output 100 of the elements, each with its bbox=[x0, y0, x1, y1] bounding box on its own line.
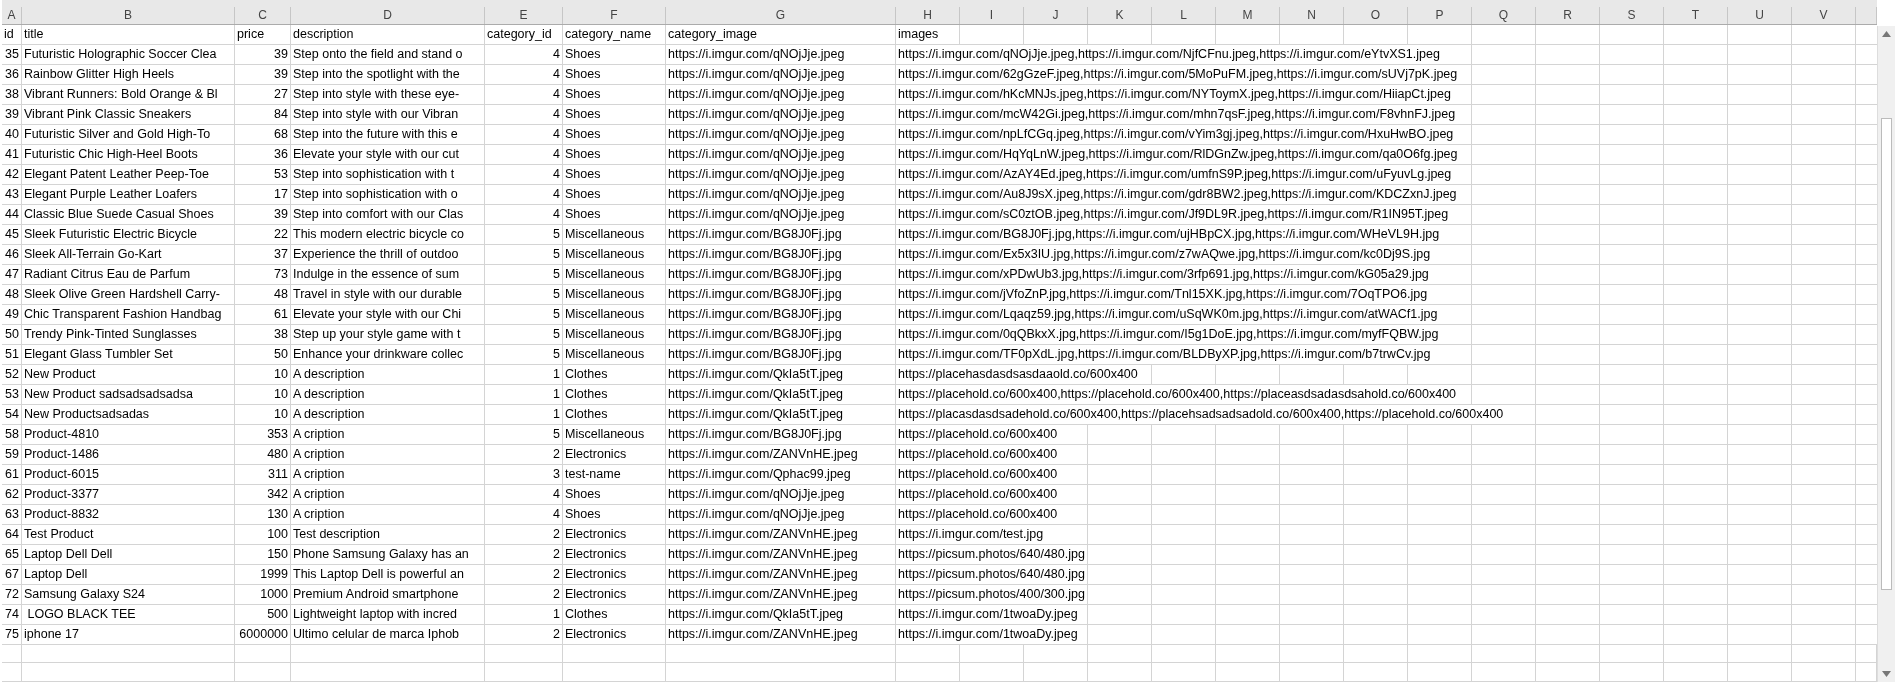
table-cell: 38 bbox=[235, 324, 291, 344]
column-header[interactable]: R bbox=[1536, 7, 1600, 24]
table-cell: 38 bbox=[2, 84, 22, 104]
table-cell: 61 bbox=[235, 304, 291, 324]
table-cell: 2 bbox=[485, 624, 563, 644]
column-header[interactable]: G bbox=[666, 7, 896, 24]
table-cell: Miscellaneous bbox=[563, 304, 666, 324]
table-cell: 311 bbox=[235, 464, 291, 484]
table-cell: Premium Android smartphone bbox=[291, 584, 485, 604]
table-cell: Shoes bbox=[563, 504, 666, 524]
column-header[interactable]: B bbox=[22, 7, 235, 24]
table-cell: 5 bbox=[485, 264, 563, 284]
table-cell: Ultimo celular de marca Iphob bbox=[291, 624, 485, 644]
table-cell: Shoes bbox=[563, 484, 666, 504]
table-cell: 48 bbox=[235, 284, 291, 304]
table-cell: A cription bbox=[291, 464, 485, 484]
table-cell: 53 bbox=[2, 384, 22, 404]
table-cell: 27 bbox=[235, 84, 291, 104]
column-header[interactable]: O bbox=[1344, 7, 1408, 24]
table-cell: Clothes bbox=[563, 364, 666, 384]
table-cell: 47 bbox=[2, 264, 22, 284]
table-cell: Sleek Futuristic Electric Bicycle bbox=[22, 224, 235, 244]
table-cell: 39 bbox=[235, 204, 291, 224]
table-cell: Miscellaneous bbox=[563, 284, 666, 304]
column-header[interactable]: J bbox=[1024, 7, 1088, 24]
table-cell: 4 bbox=[485, 84, 563, 104]
scrollbar-thumb[interactable] bbox=[1881, 118, 1892, 590]
table-cell: 2 bbox=[485, 584, 563, 604]
header-cell: id bbox=[2, 24, 22, 44]
table-cell: Step onto the field and stand o bbox=[291, 44, 485, 64]
table-cell: Rainbow Glitter High Heels bbox=[22, 64, 235, 84]
column-header[interactable]: H bbox=[896, 7, 960, 24]
column-header[interactable]: D bbox=[291, 7, 485, 24]
up-arrow-icon[interactable] bbox=[1882, 31, 1891, 37]
table-cell: https://picsum.photos/640/480.jpg bbox=[896, 564, 1087, 584]
table-cell: 74 bbox=[2, 604, 22, 624]
table-cell: 500 bbox=[235, 604, 291, 624]
table-cell: 84 bbox=[235, 104, 291, 124]
table-cell: 353 bbox=[235, 424, 291, 444]
table-cell: Vibrant Pink Classic Sneakers bbox=[22, 104, 235, 124]
table-cell: 67 bbox=[2, 564, 22, 584]
table-cell: 5 bbox=[485, 304, 563, 324]
table-cell: 2 bbox=[485, 544, 563, 564]
table-cell: Miscellaneous bbox=[563, 424, 666, 444]
table-cell: A cription bbox=[291, 444, 485, 464]
column-header[interactable]: K bbox=[1088, 7, 1152, 24]
column-header[interactable]: C bbox=[235, 7, 291, 24]
table-cell: 150 bbox=[235, 544, 291, 564]
table-cell: Electronics bbox=[563, 564, 666, 584]
table-cell: 58 bbox=[2, 424, 22, 444]
table-cell: New Productsadsadas bbox=[22, 404, 235, 424]
table-cell: 2 bbox=[485, 564, 563, 584]
column-header[interactable]: F bbox=[563, 7, 666, 24]
table-cell: Test description bbox=[291, 524, 485, 544]
table-cell: Laptop Dell Dell bbox=[22, 544, 235, 564]
table-cell: Product-4810 bbox=[22, 424, 235, 444]
table-cell: 4 bbox=[485, 164, 563, 184]
table-cell: Elevate your style with our cut bbox=[291, 144, 485, 164]
column-header[interactable]: P bbox=[1408, 7, 1472, 24]
column-header[interactable]: T bbox=[1664, 7, 1728, 24]
table-cell: Product-1486 bbox=[22, 444, 235, 464]
table-cell: 72 bbox=[2, 584, 22, 604]
table-cell: Product-3377 bbox=[22, 484, 235, 504]
column-header[interactable]: A bbox=[2, 7, 22, 24]
table-cell: 2 bbox=[485, 524, 563, 544]
column-header[interactable]: L bbox=[1152, 7, 1216, 24]
table-cell: Phone Samsung Galaxy has an bbox=[291, 544, 485, 564]
table-cell: Test Product bbox=[22, 524, 235, 544]
table-cell: Shoes bbox=[563, 144, 666, 164]
table-cell: 1 bbox=[485, 404, 563, 424]
scrollbar[interactable] bbox=[1877, 26, 1895, 682]
table-cell: A description bbox=[291, 384, 485, 404]
column-header[interactable]: S bbox=[1600, 7, 1664, 24]
table-cell: 45 bbox=[2, 224, 22, 244]
column-header[interactable]: E bbox=[485, 7, 563, 24]
column-header[interactable]: U bbox=[1728, 7, 1792, 24]
column-header[interactable]: N bbox=[1280, 7, 1344, 24]
column-header[interactable]: M bbox=[1216, 7, 1280, 24]
table-cell: 61 bbox=[2, 464, 22, 484]
table-cell: New Product bbox=[22, 364, 235, 384]
table-cell: Step into the spotlight with the bbox=[291, 64, 485, 84]
table-cell: 5 bbox=[485, 224, 563, 244]
table-cell: 5 bbox=[485, 324, 563, 344]
table-cell: Shoes bbox=[563, 64, 666, 84]
table-cell: A description bbox=[291, 404, 485, 424]
table-cell: 39 bbox=[235, 64, 291, 84]
down-arrow-icon[interactable] bbox=[1882, 671, 1891, 677]
table-cell: A description bbox=[291, 364, 485, 384]
table-cell: 46 bbox=[2, 244, 22, 264]
column-header[interactable]: Q bbox=[1472, 7, 1536, 24]
table-cell: 10 bbox=[235, 404, 291, 424]
table-cell: Shoes bbox=[563, 204, 666, 224]
table-cell: 43 bbox=[2, 184, 22, 204]
column-header[interactable]: V bbox=[1792, 7, 1856, 24]
table-cell: Shoes bbox=[563, 124, 666, 144]
table-cell: 1 bbox=[485, 384, 563, 404]
table-cell: 5 bbox=[485, 344, 563, 364]
table-cell: 342 bbox=[235, 484, 291, 504]
column-header[interactable]: I bbox=[960, 7, 1024, 24]
table-cell: Electronics bbox=[563, 584, 666, 604]
